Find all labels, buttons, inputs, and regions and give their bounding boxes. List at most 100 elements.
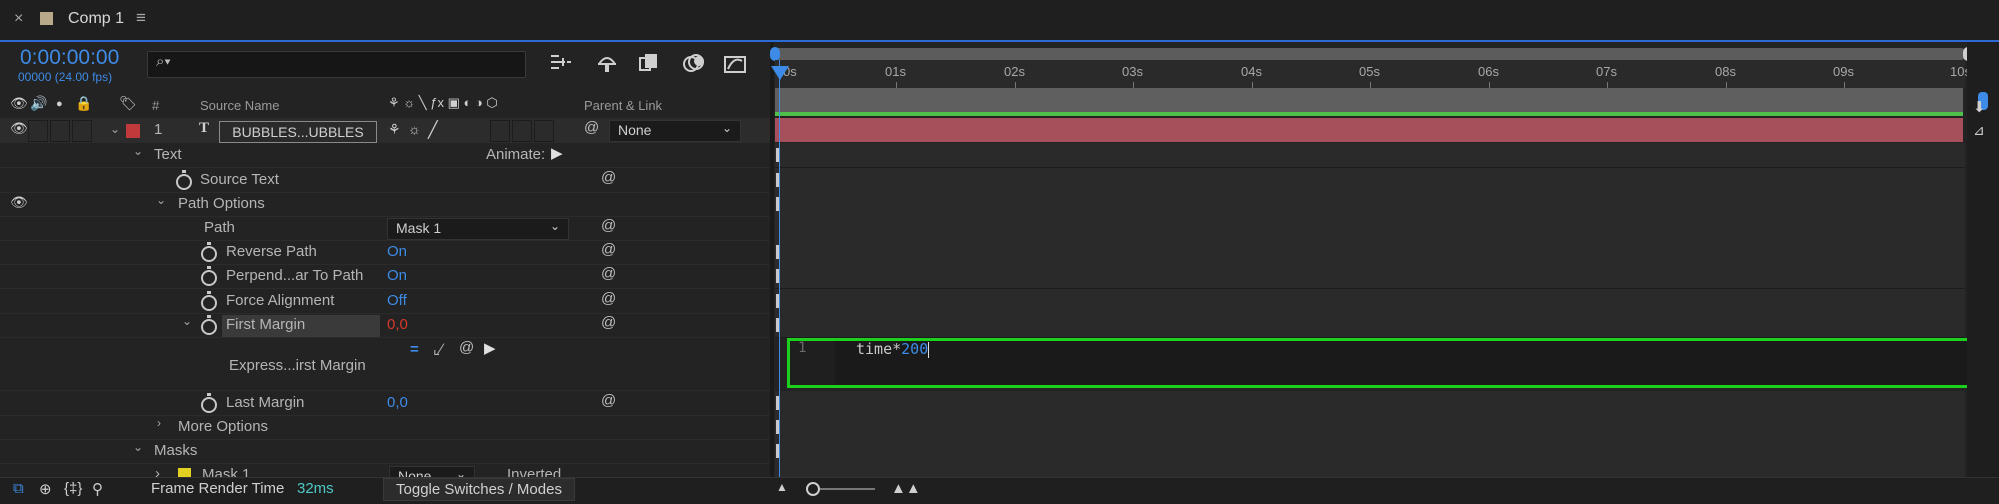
property-row[interactable] xyxy=(0,313,770,338)
comp-marker-bin-icon[interactable]: ⬇ xyxy=(1973,98,1986,116)
tab-comp-1[interactable]: Comp 1 xyxy=(68,10,124,28)
render-time-toggle-icon[interactable]: ⚲ xyxy=(92,480,103,498)
current-time-indicator-line[interactable] xyxy=(779,60,780,480)
expression-row[interactable] xyxy=(0,338,770,391)
solo-switch[interactable] xyxy=(50,120,70,142)
adjustment-switch[interactable] xyxy=(512,120,532,142)
audio-switch[interactable] xyxy=(28,120,48,142)
pickwhip-icon[interactable]: @ xyxy=(601,241,616,258)
property-row[interactable] xyxy=(0,391,770,416)
property-row[interactable] xyxy=(0,439,770,464)
layer-label-color[interactable] xyxy=(126,124,140,138)
chevron-down-icon[interactable]: ⌄ xyxy=(156,193,166,207)
current-time-indicator-head[interactable] xyxy=(771,66,789,80)
quality-switch-icon[interactable]: ╱ xyxy=(428,120,438,140)
mask-color-swatch[interactable] xyxy=(178,468,191,477)
source-name-column-header[interactable]: Source Name xyxy=(200,98,279,113)
mask-mode-dropdown[interactable]: None ⌄ xyxy=(389,466,475,477)
solo-dot-icon[interactable]: ● xyxy=(56,98,63,110)
pickwhip-icon[interactable]: @ xyxy=(601,392,616,409)
stopwatch-icon[interactable] xyxy=(201,315,217,335)
index-column-header[interactable]: # xyxy=(152,98,159,113)
stopwatch-icon[interactable] xyxy=(201,291,217,311)
panel-divider[interactable] xyxy=(770,42,774,477)
property-row[interactable] xyxy=(0,415,770,440)
chevron-down-icon[interactable]: ⌄ xyxy=(133,440,143,454)
eye-icon[interactable]: 👁 xyxy=(10,194,28,211)
pickwhip-icon[interactable]: @ xyxy=(601,290,616,307)
expression-language-menu-icon[interactable]: ▶ xyxy=(484,339,496,357)
property-row[interactable] xyxy=(0,216,770,241)
shy-switch-icon[interactable]: ⚘ xyxy=(388,121,401,138)
frame-blending-icon[interactable] xyxy=(637,52,661,79)
search-icon[interactable]: ⌕▾ xyxy=(156,53,171,70)
zoom-slider-track[interactable] xyxy=(812,488,875,490)
force-alignment-value[interactable]: Off xyxy=(387,292,407,309)
chevron-down-icon[interactable]: ⌄ xyxy=(110,122,120,136)
property-row[interactable] xyxy=(0,143,770,168)
property-row[interactable] xyxy=(0,264,770,289)
property-row[interactable] xyxy=(0,192,770,217)
lock-icon[interactable]: 🔒 xyxy=(75,95,92,112)
chevron-right-icon[interactable]: › xyxy=(155,465,160,477)
layer-name-field[interactable]: BUBBLES...UBBLES xyxy=(219,121,377,143)
layer-duration-bar[interactable] xyxy=(775,118,1963,142)
expression-editor-field[interactable] xyxy=(787,338,1975,388)
time-navigator-start-handle[interactable] xyxy=(770,47,780,61)
active-panel-indicator xyxy=(0,40,1999,42)
property-row[interactable] xyxy=(0,240,770,265)
animate-menu-icon[interactable]: ▶ xyxy=(551,144,563,162)
in-out-toggle-icon[interactable]: {‡} xyxy=(64,480,82,497)
graph-editor-icon[interactable] xyxy=(722,52,748,79)
parent-pickwhip-icon[interactable]: @ xyxy=(584,119,599,136)
time-navigator-bar[interactable] xyxy=(775,48,1965,60)
pickwhip-icon[interactable]: @ xyxy=(601,314,616,331)
chevron-down-icon[interactable]: ⌄ xyxy=(133,144,143,158)
zoom-in-icon[interactable]: ▲▲ xyxy=(891,480,921,497)
layer-search-input[interactable] xyxy=(147,51,526,78)
motion-blur-switch[interactable] xyxy=(490,120,510,142)
lock-switch[interactable] xyxy=(72,120,92,142)
path-mask-dropdown[interactable]: Mask 1 ⌄ xyxy=(387,218,569,240)
expression-pickwhip-icon[interactable]: @ xyxy=(459,339,474,356)
expression-graph-icon[interactable]: ⌞∕ xyxy=(433,340,443,358)
label-tag-icon[interactable]: 🏷 xyxy=(119,95,137,112)
property-row[interactable] xyxy=(0,289,770,314)
reverse-path-value[interactable]: On xyxy=(387,243,407,260)
toggle-switches-modes-button[interactable]: Toggle Switches / Modes xyxy=(383,478,575,501)
parent-dropdown[interactable]: None ⌄ xyxy=(609,120,741,142)
stopwatch-icon[interactable] xyxy=(201,266,217,286)
zoom-out-icon[interactable]: ▲ xyxy=(776,480,788,494)
collapse-switch-icon[interactable]: ☼ xyxy=(408,121,421,137)
zoom-slider-knob[interactable] xyxy=(806,482,820,496)
comp-mini-flowchart-icon[interactable] xyxy=(549,52,573,77)
chevron-down-icon[interactable]: ⌄ xyxy=(182,314,192,328)
first-margin-value[interactable]: 0,0 xyxy=(387,316,408,333)
transfer-controls-toggle-icon[interactable]: ⊕ xyxy=(39,480,52,498)
expression-code[interactable]: time*200 xyxy=(856,340,930,358)
comp-button-icon[interactable]: ⊿ xyxy=(1973,122,1985,139)
perpendicular-value[interactable]: On xyxy=(387,267,407,284)
current-time-display[interactable]: 0:00:00:00 xyxy=(20,46,119,70)
property-row[interactable] xyxy=(0,168,770,193)
shy-layers-icon[interactable] xyxy=(595,52,619,79)
stopwatch-icon[interactable] xyxy=(176,170,192,190)
expression-enable-icon[interactable]: = xyxy=(410,341,419,358)
stopwatch-icon[interactable] xyxy=(201,242,217,262)
stopwatch-icon[interactable] xyxy=(201,393,217,413)
pickwhip-icon[interactable]: @ xyxy=(601,169,616,186)
pickwhip-icon[interactable]: @ xyxy=(601,217,616,234)
layer-switches-toggle-icon[interactable]: ⧉ xyxy=(13,480,24,497)
last-margin-value[interactable]: 0,0 xyxy=(387,394,408,411)
panel-menu-icon[interactable]: ≡ xyxy=(136,8,146,28)
work-area-bar[interactable] xyxy=(775,88,1963,112)
chevron-right-icon[interactable]: › xyxy=(157,416,161,430)
close-tab-icon[interactable]: × xyxy=(14,10,23,28)
video-eye-icon[interactable]: 👁 xyxy=(10,95,28,112)
parent-link-column-header[interactable]: Parent & Link xyxy=(584,98,662,113)
layer-visibility-eye-icon[interactable]: 👁 xyxy=(10,120,28,137)
pickwhip-icon[interactable]: @ xyxy=(601,265,616,282)
audio-icon[interactable]: 🔊 xyxy=(30,95,47,112)
motion-blur-icon[interactable] xyxy=(681,52,707,79)
3d-switch[interactable] xyxy=(534,120,554,142)
